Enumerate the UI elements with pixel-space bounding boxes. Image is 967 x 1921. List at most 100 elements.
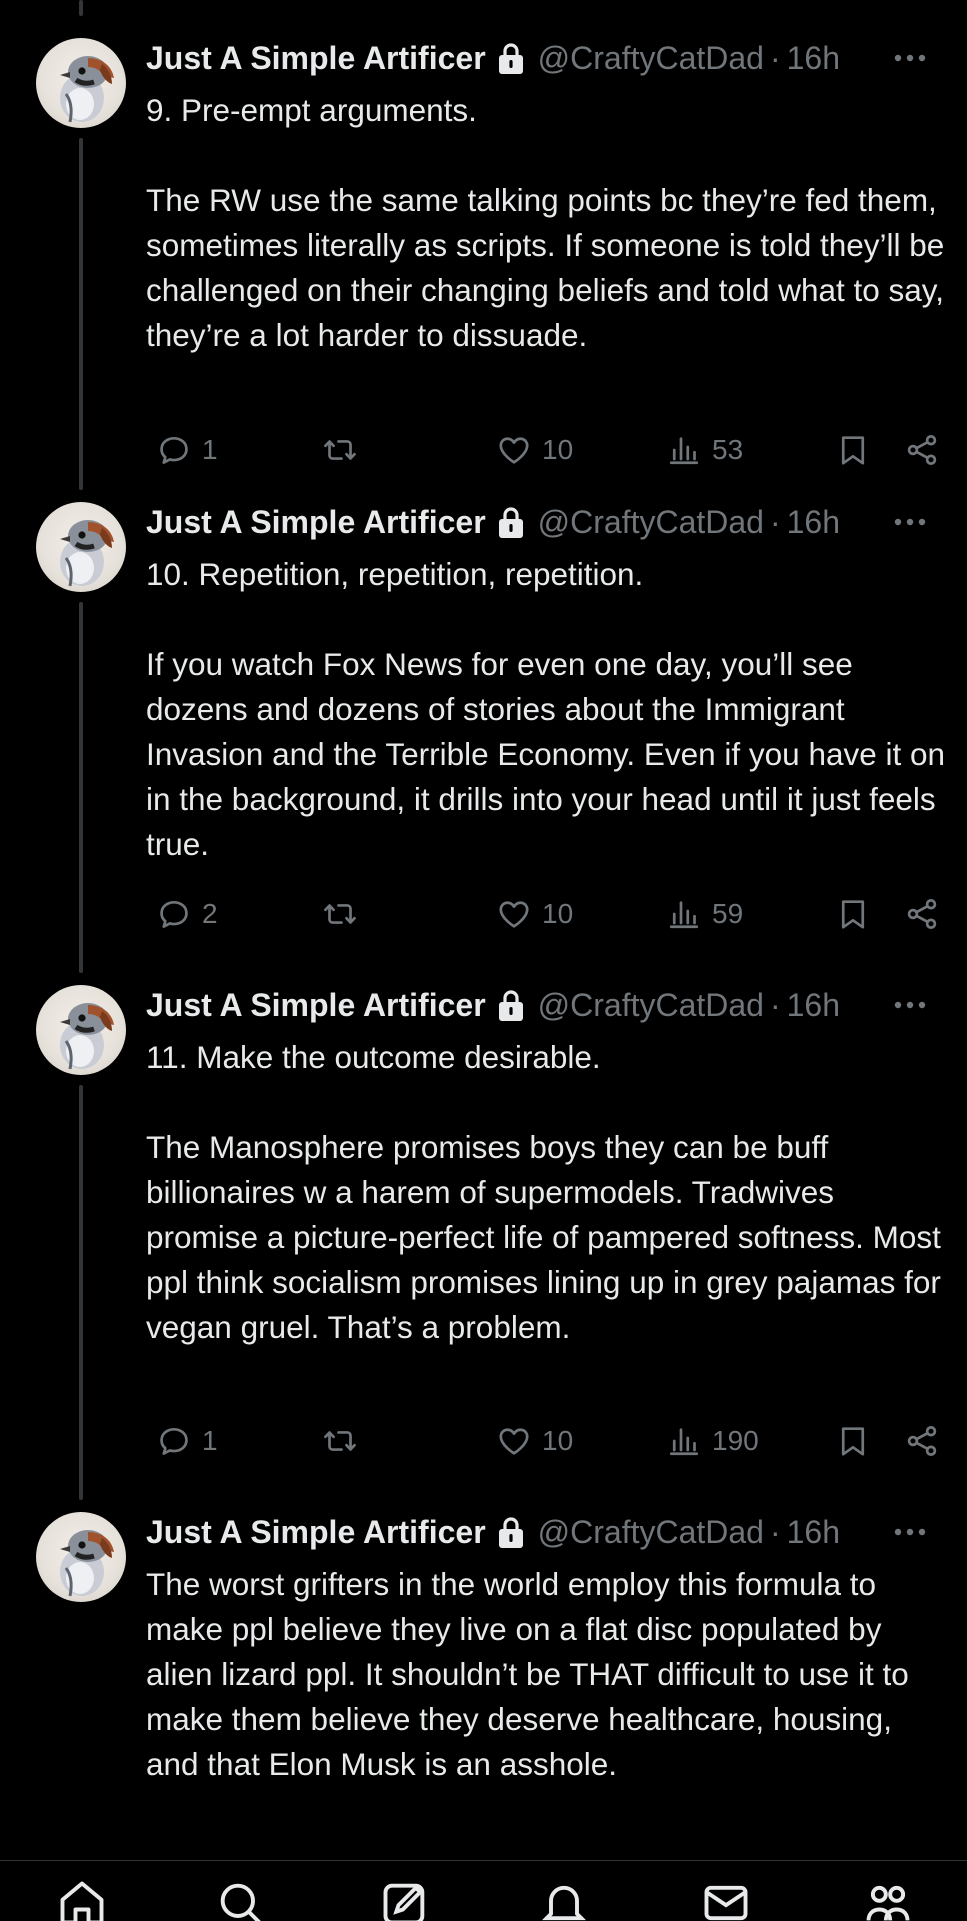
retweet-button[interactable]	[312, 1419, 368, 1463]
like-count: 10	[542, 1425, 574, 1456]
views-icon	[666, 1423, 702, 1459]
reply-count: 2	[202, 898, 218, 929]
more-icon[interactable]	[893, 502, 927, 542]
avatar[interactable]	[36, 502, 126, 592]
lock-icon	[496, 505, 526, 539]
view-count: 59	[712, 898, 744, 929]
like-count: 10	[542, 434, 574, 465]
communities-icon[interactable]	[862, 1877, 914, 1921]
timestamp[interactable]: 16h	[787, 40, 840, 77]
view-count: 190	[712, 1425, 759, 1456]
tweet-paragraph: If you watch Fox News for even one day, …	[146, 646, 946, 862]
views-button[interactable]: 53	[656, 428, 743, 472]
search-icon[interactable]	[214, 1877, 266, 1921]
reply-icon	[156, 896, 192, 932]
separator-dot: ·	[769, 503, 781, 540]
retweet-icon	[322, 1423, 358, 1459]
share-icon	[904, 1423, 940, 1459]
thread-connector	[79, 602, 83, 973]
lock-icon	[496, 988, 526, 1022]
tweet-paragraph: 9. Pre-empt arguments.	[146, 92, 477, 128]
thread-connector	[79, 138, 83, 490]
like-button[interactable]: 10	[486, 1419, 573, 1463]
views-icon	[666, 432, 702, 468]
avatar[interactable]	[36, 38, 126, 128]
author-handle[interactable]: @CraftyCatDad	[538, 504, 764, 541]
reply-icon	[156, 432, 192, 468]
bookmark-icon	[835, 896, 871, 932]
tweet-header: Just A Simple Artificer @CraftyCatDad · 16h	[146, 985, 840, 1025]
tweet[interactable]: Just A Simple Artificer @CraftyCatDad · 16h…	[0, 18, 967, 490]
avatar[interactable]	[36, 1512, 126, 1602]
retweet-button[interactable]	[312, 428, 368, 472]
share-icon	[904, 896, 940, 932]
bookmark-button[interactable]	[825, 1419, 871, 1463]
views-button[interactable]: 190	[656, 1419, 759, 1463]
retweet-icon	[322, 432, 358, 468]
lock-icon	[496, 1515, 526, 1549]
tweet-paragraph: 11. Make the outcome desirable.	[146, 1039, 601, 1075]
bookmark-button[interactable]	[825, 892, 871, 936]
notifications-icon[interactable]	[538, 1877, 590, 1921]
share-button[interactable]	[894, 892, 940, 936]
reply-button[interactable]: 2	[146, 892, 218, 936]
view-count: 53	[712, 434, 744, 465]
share-button[interactable]	[894, 428, 940, 472]
avatar[interactable]	[36, 985, 126, 1075]
tweet-paragraph: The Manosphere promises boys they can be…	[146, 1129, 941, 1345]
more-icon[interactable]	[893, 38, 927, 78]
messages-icon[interactable]	[700, 1877, 752, 1921]
tweet-header: Just A Simple Artificer @CraftyCatDad · 16h	[146, 502, 840, 542]
author-name[interactable]: Just A Simple Artificer	[146, 1514, 486, 1551]
bookmark-button[interactable]	[825, 428, 871, 472]
timestamp[interactable]: 16h	[787, 987, 840, 1024]
reply-icon	[156, 1423, 192, 1459]
tweet-actions: 2 10 59	[146, 892, 926, 936]
home-icon[interactable]	[56, 1877, 108, 1921]
more-icon[interactable]	[893, 985, 927, 1025]
thread-connector	[79, 0, 83, 16]
author-handle[interactable]: @CraftyCatDad	[538, 40, 764, 77]
reply-button[interactable]: 1	[146, 1419, 218, 1463]
tweet-text: 10. Repetition, repetition, repetition. I…	[146, 552, 946, 867]
views-button[interactable]: 59	[656, 892, 743, 936]
tweet-header: Just A Simple Artificer @CraftyCatDad · 16h	[146, 1512, 840, 1552]
tweet-text: 9. Pre-empt arguments. The RW use the sam…	[146, 88, 946, 358]
more-icon[interactable]	[893, 1512, 927, 1552]
like-button[interactable]: 10	[486, 892, 573, 936]
bookmark-icon	[835, 432, 871, 468]
tweet-text: The worst grifters in the world employ t…	[146, 1562, 946, 1787]
tweet-text: 11. Make the outcome desirable. The Manos…	[146, 1035, 946, 1350]
bookmark-icon	[835, 1423, 871, 1459]
reply-count: 1	[202, 1425, 218, 1456]
tweet-actions: 1 10 53	[146, 428, 926, 472]
timestamp[interactable]: 16h	[787, 1514, 840, 1551]
like-button[interactable]: 10	[486, 428, 573, 472]
share-button[interactable]	[894, 1419, 940, 1463]
timestamp[interactable]: 16h	[787, 504, 840, 541]
separator-dot: ·	[769, 39, 781, 76]
share-icon	[904, 432, 940, 468]
thread-connector	[79, 1085, 83, 1500]
separator-dot: ·	[769, 1513, 781, 1550]
like-count: 10	[542, 898, 574, 929]
author-name[interactable]: Just A Simple Artificer	[146, 504, 486, 541]
author-name[interactable]: Just A Simple Artificer	[146, 987, 486, 1024]
compose-icon[interactable]	[379, 1877, 431, 1921]
reply-button[interactable]: 1	[146, 428, 218, 472]
tweet-paragraph: The worst grifters in the world employ t…	[146, 1566, 909, 1782]
thread: Just A Simple Artificer @CraftyCatDad · 16h…	[0, 0, 967, 1920]
tweet-paragraph: The RW use the same talking points bc th…	[146, 182, 945, 353]
retweet-button[interactable]	[312, 892, 368, 936]
author-handle[interactable]: @CraftyCatDad	[538, 987, 764, 1024]
heart-icon	[496, 432, 532, 468]
tweet[interactable]: Just A Simple Artificer @CraftyCatDad · 16h…	[0, 1510, 967, 1918]
views-icon	[666, 896, 702, 932]
author-name[interactable]: Just A Simple Artificer	[146, 40, 486, 77]
tweet[interactable]: Just A Simple Artificer @CraftyCatDad · 16h…	[0, 983, 967, 1500]
tweet[interactable]: Just A Simple Artificer @CraftyCatDad · 16h…	[0, 500, 967, 973]
lock-icon	[496, 41, 526, 75]
retweet-icon	[322, 896, 358, 932]
heart-icon	[496, 896, 532, 932]
author-handle[interactable]: @CraftyCatDad	[538, 1514, 764, 1551]
